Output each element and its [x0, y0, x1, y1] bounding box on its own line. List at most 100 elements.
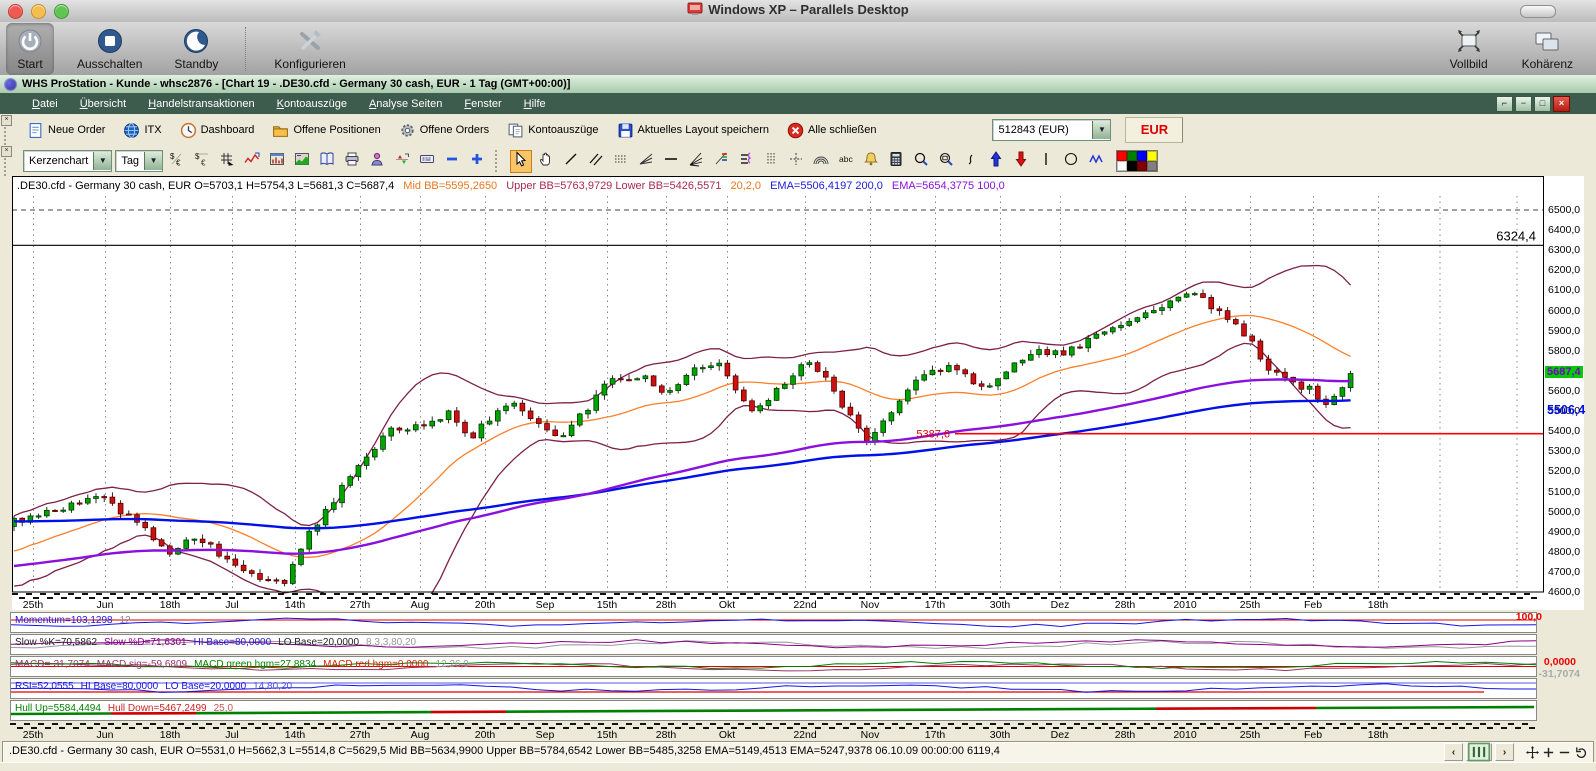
account-dropdown[interactable]: 512843 (EUR)▼ — [992, 119, 1111, 141]
tool-crosshair-button[interactable] — [785, 150, 807, 173]
currency-button[interactable]: EUR — [1125, 117, 1183, 143]
tool-wave-button[interactable] — [960, 150, 982, 173]
window-restore-button[interactable]: ⌐ — [1496, 96, 1513, 112]
palette-color[interactable] — [1127, 151, 1137, 161]
zoom-out-button[interactable] — [1558, 746, 1571, 759]
tool-fib-arcs-button[interactable] — [810, 150, 832, 173]
tool-hand-button[interactable] — [535, 150, 557, 173]
parallels-button-standby[interactable]: Standby — [165, 23, 227, 75]
parallels-button-konfigurieren[interactable]: Konfigurieren — [265, 23, 354, 75]
tool-fan-lines-button[interactable] — [635, 150, 657, 173]
toolbar-button-neue-order[interactable]: Neue Order — [23, 120, 109, 141]
toolbar-button-aktuelles-layout-speichern[interactable]: Aktuelles Layout speichern — [613, 120, 773, 141]
indicator-panel-momentum[interactable]: Momentum=103,129812100,0 — [10, 612, 1537, 633]
chevron-down-icon[interactable]: ▼ — [144, 152, 162, 170]
tool-ellipse-button[interactable] — [1060, 150, 1082, 173]
chart-canvas[interactable]: 6324,45387,6 .DE30.cfd - Germany 30 cash… — [12, 176, 1584, 610]
tool-zoom-out-minus-button[interactable] — [441, 150, 463, 173]
toolbar-toggle-button[interactable] — [1520, 5, 1556, 18]
toolbar-button-offene-orders[interactable]: Offene Orders — [395, 120, 494, 141]
scroll-thumb-button[interactable] — [1466, 743, 1492, 761]
tool-calculator-button[interactable] — [885, 150, 907, 173]
toolbar-button-kontoausz-ge[interactable]: Kontoauszüge — [503, 120, 602, 141]
tool-vertical-line-button[interactable] — [1035, 150, 1057, 173]
parallels-button-start[interactable]: Start — [6, 23, 54, 75]
chevron-down-icon[interactable]: ▼ — [1092, 121, 1110, 139]
toolbar-button-alle-schlie-en[interactable]: Alle schließen — [783, 120, 880, 141]
toolbar-button-itx[interactable]: ITX — [119, 120, 165, 141]
drag-handle[interactable] — [4, 127, 9, 145]
palette-color[interactable] — [1147, 161, 1157, 171]
toolbar-button-offene-positionen[interactable]: Offene Positionen — [268, 120, 384, 141]
tool-arrow-up-button[interactable] — [985, 150, 1007, 173]
tool-printer-button[interactable] — [341, 150, 363, 173]
chart-toolbar-grip[interactable]: × — [1, 146, 12, 176]
window-minimize-button[interactable]: − — [1515, 96, 1532, 112]
palette-color[interactable] — [1137, 151, 1147, 161]
indicator-panel-hull[interactable]: Hull Up=5584,4494Hull Down=5467,249925,0 — [10, 700, 1537, 721]
menu-analyse-seiten[interactable]: Analyse Seiten — [359, 95, 452, 113]
palette-color[interactable] — [1127, 161, 1137, 171]
color-palette[interactable] — [1116, 150, 1158, 172]
palette-color[interactable] — [1117, 161, 1127, 171]
tool-chart-arrows-button[interactable] — [391, 150, 413, 173]
toolbar-button-dashboard[interactable]: Dashboard — [176, 120, 259, 141]
scroll-left-button[interactable]: ‹ — [1444, 743, 1463, 761]
parallels-button-kohaerenz[interactable]: Kohärenz — [1513, 23, 1582, 75]
tool-horizontal-line-button[interactable] — [660, 150, 682, 173]
tool-arrow-down-button[interactable] — [1010, 150, 1032, 173]
indicator-panel-stochastic[interactable]: Slow %K=70,5862Slow %D=71,6301HI Base=80… — [10, 634, 1537, 655]
tool-zoom-lens-button[interactable] — [910, 150, 932, 173]
candlestick-chart[interactable]: 6324,45387,6 — [12, 176, 1544, 594]
tool-zoom-area-button[interactable] — [935, 150, 957, 173]
tool-text-abc-button[interactable]: abc — [835, 150, 857, 173]
palette-color[interactable] — [1147, 151, 1157, 161]
toolbar-grip[interactable]: × — [1, 115, 12, 145]
tool-zigzag-button[interactable] — [1085, 150, 1107, 173]
indicator-panel-rsi[interactable]: RSI=52,0555HI Base=80,0000LO Base=20,000… — [10, 678, 1537, 699]
tool-fib-retracement-button[interactable] — [710, 150, 732, 173]
tool-price-euro-button[interactable]: $€ — [166, 150, 188, 173]
undo-button[interactable] — [1574, 746, 1587, 759]
toolbar-close-icon[interactable]: × — [1, 115, 12, 126]
tool-price-euro2-button[interactable]: $€ — [191, 150, 213, 173]
palette-color[interactable] — [1117, 151, 1127, 161]
tool-vertical-rows-button[interactable] — [760, 150, 782, 173]
menu-fenster[interactable]: Fenster — [454, 95, 511, 113]
zoom-in-button[interactable] — [1542, 746, 1555, 759]
tool-keyboard-button[interactable] — [416, 150, 438, 173]
tool-ray-fan-button[interactable] — [685, 150, 707, 173]
tool-parallel-lines-button[interactable] — [585, 150, 607, 173]
menu-bersicht[interactable]: Übersicht — [70, 95, 136, 113]
tool-zoom-in-plus-button[interactable] — [466, 150, 488, 173]
time-axis-lower[interactable]: 25thJun18thJul14th27thAug20thSep15th28th… — [10, 722, 1542, 740]
parallels-button-vollbild[interactable]: Vollbild — [1441, 23, 1497, 75]
menu-hilfe[interactable]: Hilfe — [514, 95, 556, 113]
window-maximize-button[interactable]: □ — [1534, 96, 1551, 112]
period-dropdown[interactable]: Tag▼ — [115, 150, 163, 172]
chart-type-dropdown[interactable]: Kerzenchart▼ — [23, 150, 112, 172]
tool-alert-bell-button[interactable] — [860, 150, 882, 173]
time-axis[interactable]: 25thJun18thJul14th27thAug20thSep15th28th… — [12, 592, 1544, 610]
tool-indicator-zigzag-button[interactable] — [241, 150, 263, 173]
indicator-panel-macd[interactable]: MACD=-31,7074MACD sig=-59,6809MACD green… — [10, 656, 1537, 677]
tool-cursor-button[interactable] — [510, 150, 532, 173]
tool-trendline-button[interactable] — [560, 150, 582, 173]
tool-chart-green-button[interactable] — [291, 150, 313, 173]
price-axis[interactable]: 6500,06400,06300,06200,06100,06000,05900… — [1546, 176, 1584, 594]
drag-handle[interactable] — [4, 158, 9, 176]
tool-horizontal-rows-button[interactable] — [610, 150, 632, 173]
tool-text-brace-button[interactable] — [735, 150, 757, 173]
tool-book-button[interactable] — [316, 150, 338, 173]
chevron-down-icon[interactable]: ▼ — [93, 152, 111, 170]
menu-datei[interactable]: Datei — [22, 95, 68, 113]
palette-color[interactable] — [1137, 161, 1147, 171]
tool-chart-window-button[interactable] — [266, 150, 288, 173]
app-titlebar[interactable]: WHS ProStation - Kunde - whsc2876 - [Cha… — [0, 75, 1596, 94]
menu-handelstransaktionen[interactable]: Handelstransaktionen — [138, 95, 264, 113]
move-chart-button[interactable] — [1526, 746, 1539, 759]
toolbar-close-icon[interactable]: × — [1, 146, 12, 157]
parallels-button-ausschalten[interactable]: Ausschalten — [68, 23, 151, 75]
tool-grid-style-button[interactable] — [216, 150, 238, 173]
window-close-button[interactable]: × — [1553, 96, 1570, 112]
